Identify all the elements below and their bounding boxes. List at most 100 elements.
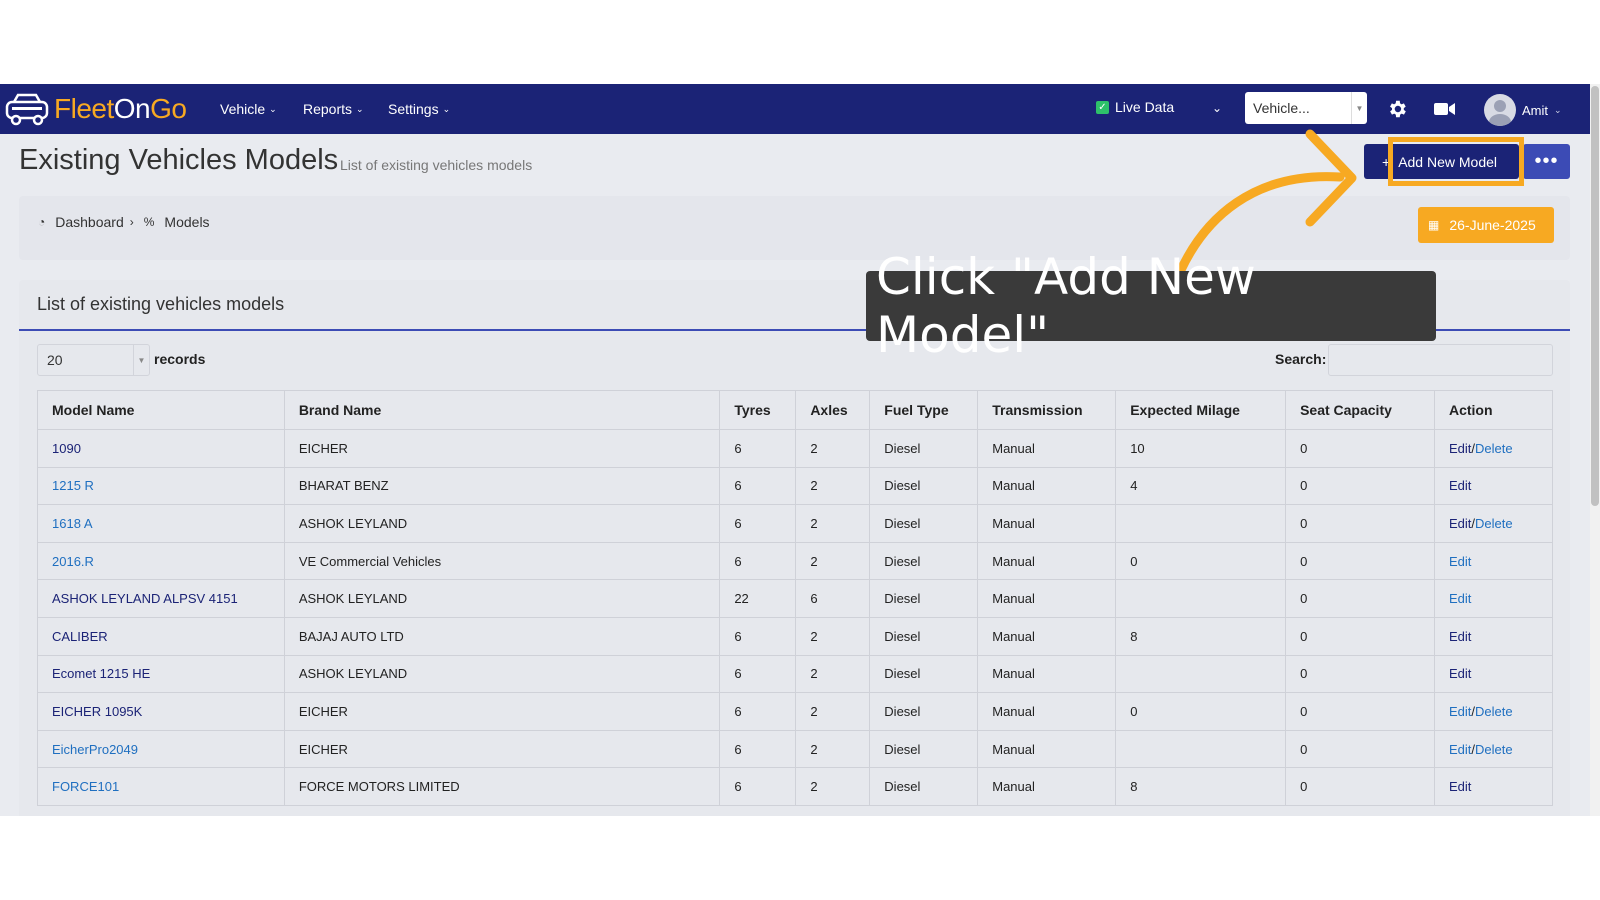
chevron-down-icon: ⌄ [269,103,277,114]
brand-name-cell: VE Commercial Vehicles [283,541,721,581]
expected-milage-cell: 8 [1115,616,1287,656]
action-cell: Edit [1433,616,1554,656]
brand-name-cell: EICHER [283,729,721,769]
edit-link[interactable]: Edit [1449,478,1471,493]
column-header[interactable]: Expected Milage [1115,390,1287,430]
action-cell: Edit [1433,767,1554,806]
model-name-cell[interactable]: ASHOK LEYLAND ALPSV 4151 [37,579,285,618]
video-camera-icon[interactable] [1434,101,1456,117]
model-name-cell[interactable]: 2016.R [37,541,285,581]
model-name-cell[interactable]: EicherPro2049 [37,729,285,769]
model-name-cell[interactable]: EICHER 1095K [37,692,285,731]
gear-icon[interactable] [1386,98,1408,120]
axles-cell: 2 [795,654,871,694]
brand-name-cell: ASHOK LEYLAND [283,504,721,543]
breadcrumb: ◔ Dashboard › % Models [38,214,210,230]
action-cell: Edit/Delete [1433,429,1554,468]
tyres-cell: 6 [719,616,797,656]
user-menu[interactable]: Amit ⌄ [1484,94,1562,126]
edit-link[interactable]: Edit [1449,591,1471,606]
fuel-type-cell: Diesel [869,466,979,506]
column-header[interactable]: Axles [795,390,871,430]
live-data-toggle[interactable]: ✓ Live Data [1096,99,1174,115]
seat-capacity-cell: 0 [1285,654,1435,694]
checkbox-checked-icon[interactable]: ✓ [1096,100,1109,114]
logo-word-on: On [113,93,151,124]
expected-milage-cell: 0 [1115,541,1287,581]
edit-link[interactable]: Edit [1449,666,1471,681]
model-name-cell[interactable]: CALIBER [37,616,285,656]
fuel-type-cell: Diesel [869,654,979,694]
delete-link[interactable]: Delete [1475,742,1513,757]
add-new-model-button[interactable]: + Add New Model [1364,144,1519,179]
column-header[interactable]: Transmission [977,390,1117,430]
table-row: FORCE101 FORCE MOTORS LIMITED 6 2 Diesel Manu… [37,767,1554,806]
transmission-cell: Manual [977,579,1117,618]
vehicle-select-value: Vehicle... [1253,100,1310,116]
model-name-cell[interactable]: 1090 [37,429,285,468]
table-row: EICHER 1095K EICHER 6 2 Diesel Manual 0 0 Edit/D… [37,692,1554,731]
nav-menu-reports[interactable]: Reports ⌄ [303,84,364,134]
page-scrollbar[interactable] [1590,84,1600,816]
column-header[interactable]: Brand Name [283,390,721,430]
tyres-cell: 6 [719,504,797,543]
transmission-cell: Manual [977,692,1117,731]
axles-cell: 2 [795,466,871,506]
axles-cell: 2 [795,767,871,806]
table-row: EicherPro2049 EICHER 6 2 Diesel Manual 0 Edit/D… [37,729,1554,769]
edit-link[interactable]: Edit [1449,554,1471,569]
table-row: 1618 A ASHOK LEYLAND 6 2 Diesel Manual 0 Edit/D… [37,504,1554,543]
column-header[interactable]: Tyres [719,390,797,430]
logo-wordmark: FleetOnGo [54,93,187,125]
nav-menu-settings[interactable]: Settings ⌄ [388,84,450,134]
nav-menu-label: Vehicle [220,101,266,117]
action-cell: Edit [1433,541,1554,581]
brand-name-cell: FORCE MOTORS LIMITED [283,767,721,806]
page-length-label: records [154,351,206,367]
table-row: 2016.R VE Commercial Vehicles 6 2 Diesel Manu… [37,541,1554,581]
expected-milage-cell: 10 [1115,429,1287,468]
model-name-cell[interactable]: 1215 R [37,466,285,506]
column-header[interactable]: Fuel Type [869,390,979,430]
models-table: Model Name Brand Name Tyres Axles Fuel T… [37,390,1554,806]
expected-milage-cell [1115,579,1287,618]
dropdown-arrow-icon: ▼ [133,345,149,375]
edit-link[interactable]: Edit [1449,629,1471,644]
nav-menu-vehicle[interactable]: Vehicle ⌄ [220,84,277,134]
breadcrumb-dashboard-link[interactable]: Dashboard [55,214,124,230]
tyres-cell: 6 [719,429,797,468]
transmission-cell: Manual [977,429,1117,468]
page-length-select[interactable]: 20 ▼ [37,344,150,376]
seat-capacity-cell: 0 [1285,729,1435,769]
model-name-cell[interactable]: FORCE101 [37,767,285,806]
dropdown-arrow-icon: ▼ [1351,92,1367,124]
vehicle-select[interactable]: Vehicle... ▼ [1245,92,1367,124]
delete-link[interactable]: Delete [1475,516,1513,531]
breadcrumb-current: Models [164,214,210,230]
seat-capacity-cell: 0 [1285,429,1435,468]
table-row: ASHOK LEYLAND ALPSV 4151 ASHOK LEYLAND 22 6… [37,579,1554,618]
scrollbar-thumb[interactable] [1591,86,1599,506]
fleetongo-logo[interactable]: FleetOnGo [4,90,187,128]
edit-link[interactable]: Edit [1449,441,1471,456]
tachometer-icon: ◔ [38,215,46,229]
edit-link[interactable]: Edit [1449,779,1471,794]
edit-link[interactable]: Edit [1449,742,1471,757]
delete-link[interactable]: Delete [1475,704,1513,719]
column-header[interactable]: Model Name [37,390,285,430]
action-cell: Edit/Delete [1433,504,1554,543]
edit-link[interactable]: Edit [1449,704,1471,719]
date-button[interactable]: ▦ 26-June-2025 [1418,207,1554,243]
column-header[interactable]: Seat Capacity [1285,390,1435,430]
delete-link[interactable]: Delete [1475,441,1513,456]
date-label: 26-June-2025 [1449,217,1536,233]
card-title: List of existing vehicles models [37,294,285,314]
add-new-model-label: Add New Model [1398,153,1498,170]
more-options-button[interactable]: ••• [1523,144,1570,179]
model-name-cell[interactable]: 1618 A [37,504,285,543]
chevron-down-icon: ⌄ [1554,104,1562,115]
model-name-cell[interactable]: Ecomet 1215 HE [37,654,285,694]
axles-cell: 2 [795,616,871,656]
edit-link[interactable]: Edit [1449,516,1471,531]
chevron-down-icon[interactable]: ⌄ [1212,101,1222,115]
